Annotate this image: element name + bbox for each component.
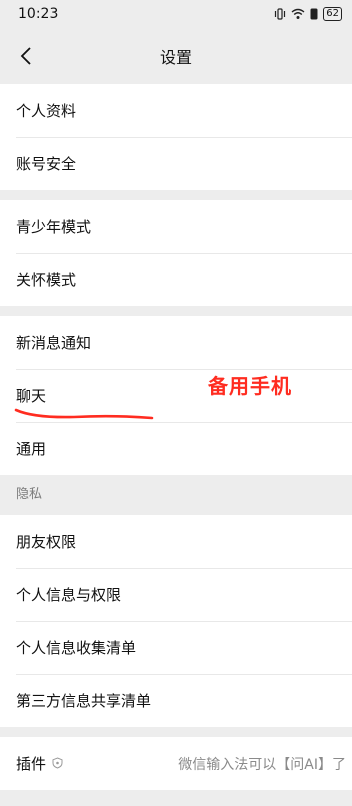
settings-item-label: 关怀模式 bbox=[16, 271, 77, 289]
plugin-label-wrap: 插件 bbox=[16, 753, 63, 774]
settings-item-label: 个人信息收集清单 bbox=[16, 639, 137, 657]
section-label-privacy: 隐私 bbox=[16, 487, 43, 502]
settings-group-account: 个人资料 账号安全 bbox=[0, 84, 352, 190]
settings-item-notifications[interactable]: 新消息通知 bbox=[0, 316, 352, 369]
vibrate-icon bbox=[274, 8, 286, 20]
settings-item-care-mode[interactable]: 关怀模式 bbox=[0, 253, 352, 306]
navigation-bar: 设置 bbox=[0, 28, 352, 84]
plugin-value: 微信输入法可以【问AI】了 bbox=[178, 756, 346, 773]
group-divider bbox=[0, 306, 352, 316]
settings-item-third-party-sharing[interactable]: 第三方信息共享清单 bbox=[0, 674, 352, 727]
status-time: 10:23 bbox=[18, 6, 59, 22]
settings-item-label: 账号安全 bbox=[16, 155, 77, 173]
settings-item-label: 个人信息与权限 bbox=[16, 586, 122, 604]
settings-item-profile[interactable]: 个人资料 bbox=[0, 84, 352, 137]
shield-icon bbox=[52, 755, 63, 773]
settings-group-privacy: 朋友权限 个人信息与权限 个人信息收集清单 第三方信息共享清单 bbox=[0, 515, 352, 727]
settings-item-personal-info-collection[interactable]: 个人信息收集清单 bbox=[0, 621, 352, 674]
page-title: 设置 bbox=[159, 48, 192, 67]
settings-item-account-security[interactable]: 账号安全 bbox=[0, 137, 352, 190]
settings-item-label: 个人资料 bbox=[16, 102, 77, 120]
wifi-icon bbox=[291, 8, 305, 20]
settings-item-plugins[interactable]: 插件 微信输入法可以【问AI】了 bbox=[0, 737, 352, 790]
plugin-label: 插件 bbox=[16, 755, 47, 773]
status-icons: 62 bbox=[274, 7, 342, 21]
settings-item-friend-permissions[interactable]: 朋友权限 bbox=[0, 515, 352, 568]
settings-item-label: 朋友权限 bbox=[16, 533, 77, 551]
settings-item-label: 新消息通知 bbox=[16, 334, 92, 352]
battery-indicator: 62 bbox=[323, 7, 342, 21]
settings-item-general[interactable]: 通用 bbox=[0, 422, 352, 475]
settings-item-label: 青少年模式 bbox=[16, 218, 92, 236]
nfc-icon bbox=[310, 8, 318, 20]
group-divider bbox=[0, 727, 352, 737]
group-divider bbox=[0, 190, 352, 200]
settings-group-general: 新消息通知 聊天 通用 bbox=[0, 316, 352, 475]
annotation-text: 备用手机 bbox=[208, 374, 292, 398]
settings-item-label: 第三方信息共享清单 bbox=[16, 692, 152, 710]
settings-item-label: 通用 bbox=[16, 440, 47, 458]
back-chevron-icon[interactable] bbox=[12, 42, 40, 70]
settings-item-teen-mode[interactable]: 青少年模式 bbox=[0, 200, 352, 253]
settings-group-modes: 青少年模式 关怀模式 bbox=[0, 200, 352, 306]
settings-item-personal-info-permissions[interactable]: 个人信息与权限 bbox=[0, 568, 352, 621]
settings-group-plugins: 插件 微信输入法可以【问AI】了 bbox=[0, 737, 352, 790]
annotation-underline bbox=[14, 408, 154, 420]
status-bar: 10:23 62 bbox=[0, 0, 352, 28]
